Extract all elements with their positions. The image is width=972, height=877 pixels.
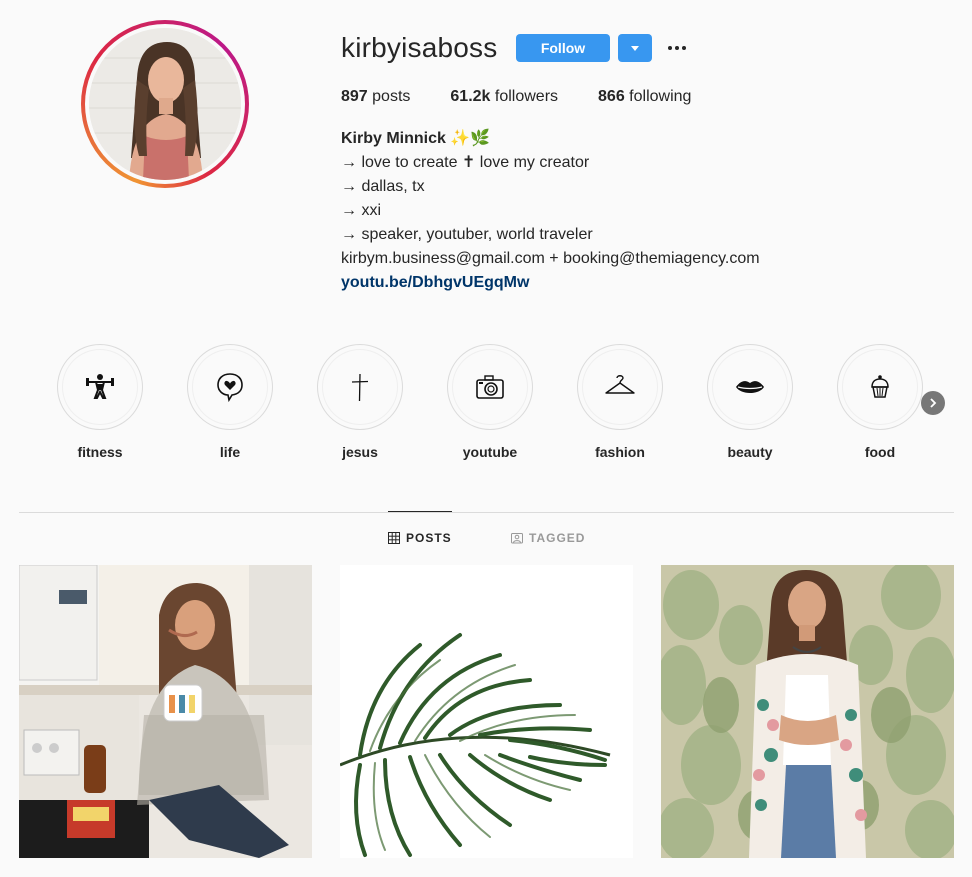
highlight-beauty[interactable]: beauty <box>685 344 815 460</box>
bio-line: → speaker, youtuber, world traveler <box>341 226 593 243</box>
profile-full-name: Kirby Minnick ✨🌿 <box>341 130 491 147</box>
suggested-dropdown-button[interactable] <box>618 34 652 62</box>
post-thumbnail[interactable] <box>340 565 633 858</box>
avatar-border <box>85 24 245 184</box>
bio-website-link[interactable]: youtu.be/DbhgvUEgqMw <box>341 274 529 291</box>
followers-link[interactable]: 61.2k followers <box>450 88 558 106</box>
tab-tagged-label: TAGGED <box>529 531 586 545</box>
highlight-label: food <box>864 444 896 460</box>
highlight-life[interactable]: life <box>165 344 295 460</box>
post-image <box>340 565 633 858</box>
followers-label: followers <box>490 88 559 105</box>
active-tab-indicator <box>388 511 452 512</box>
bio-line: → love to create ✝ love my creator <box>341 154 590 171</box>
profile-bio: Kirby Minnick ✨🌿 → love to create ✝ love… <box>341 127 760 295</box>
post-thumbnail[interactable] <box>19 565 312 858</box>
highlight-cover <box>57 344 143 430</box>
following-count: 866 <box>598 88 625 105</box>
dot-icon <box>668 46 672 50</box>
post-image <box>661 565 954 858</box>
cross-icon <box>351 373 369 402</box>
tabs-divider <box>19 512 954 513</box>
tab-posts-label: POSTS <box>406 531 452 545</box>
grid-icon <box>388 532 400 544</box>
tagged-icon <box>511 533 523 544</box>
dot-icon <box>675 46 679 50</box>
bio-line: → dallas, tx <box>341 178 425 195</box>
lips-icon <box>736 381 764 393</box>
bio-emails: kirbym.business@gmail.com + booking@them… <box>341 250 760 267</box>
highlight-fashion[interactable]: fashion <box>555 344 685 460</box>
highlight-jesus[interactable]: jesus <box>295 344 425 460</box>
bio-line: → xxi <box>341 202 381 219</box>
profile-stats: 897 posts 61.2k followers 866 following <box>341 88 731 106</box>
highlight-label: jesus <box>342 444 378 460</box>
cupcake-icon <box>871 375 889 398</box>
highlight-cover <box>447 344 533 430</box>
highlight-cover <box>707 344 793 430</box>
highlights-next-button[interactable] <box>921 391 945 415</box>
highlight-label: life <box>219 444 241 460</box>
hanger-icon <box>605 375 635 394</box>
post-thumbnail[interactable] <box>661 565 954 858</box>
tab-posts[interactable]: POSTS <box>388 531 452 545</box>
following-label: following <box>624 88 692 105</box>
weightlifter-icon <box>86 374 114 399</box>
story-highlights: fitness life jesus youtube fashion beaut… <box>0 344 972 464</box>
dot-icon <box>682 46 686 50</box>
profile-avatar[interactable] <box>81 20 249 188</box>
following-link[interactable]: 866 following <box>598 88 691 106</box>
camera-icon <box>476 375 504 399</box>
highlight-label: fitness <box>77 444 123 460</box>
tab-tagged[interactable]: TAGGED <box>511 531 585 545</box>
post-image <box>19 565 312 858</box>
highlight-label: youtube <box>462 444 518 460</box>
highlight-youtube[interactable]: youtube <box>425 344 555 460</box>
followers-count: 61.2k <box>450 88 491 105</box>
highlight-cover <box>187 344 273 430</box>
posts-label: posts <box>367 88 411 105</box>
highlight-label: beauty <box>727 444 773 460</box>
posts-count: 897 <box>341 88 368 105</box>
follow-button[interactable]: Follow <box>516 34 610 62</box>
chevron-right-icon <box>930 398 937 408</box>
avatar-photo <box>89 28 241 180</box>
more-options-button[interactable] <box>666 38 688 58</box>
highlight-fitness[interactable]: fitness <box>35 344 165 460</box>
caret-down-icon <box>631 45 639 51</box>
highlight-label: fashion <box>595 444 645 460</box>
highlight-cover <box>837 344 923 430</box>
highlight-cover <box>577 344 663 430</box>
heart-bubble-icon <box>217 373 243 403</box>
posts-stat: 897 posts <box>341 88 410 106</box>
profile-username: kirbyisaboss <box>341 32 498 63</box>
highlight-cover <box>317 344 403 430</box>
